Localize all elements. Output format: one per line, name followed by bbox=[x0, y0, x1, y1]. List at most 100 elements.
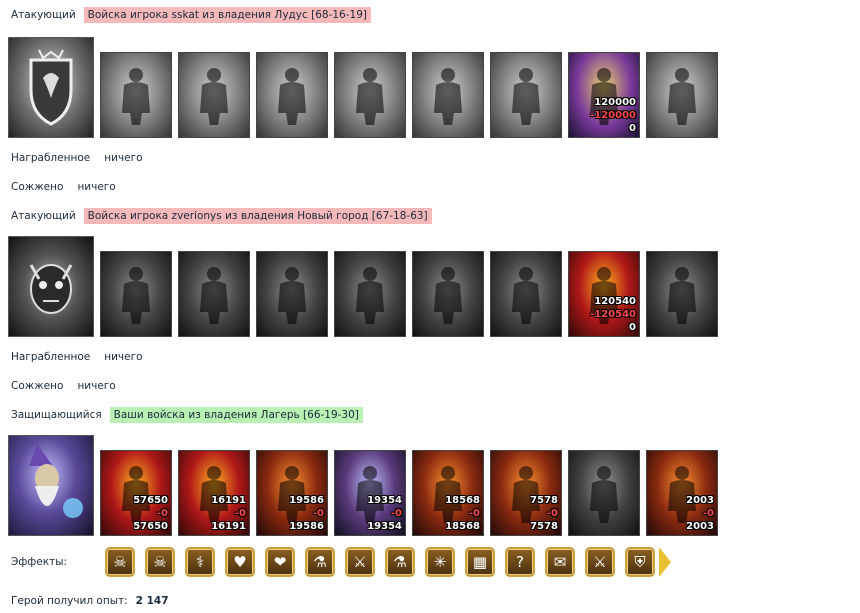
experience-label: Герой получил опыт: bbox=[11, 595, 128, 607]
unit-count: 120000 bbox=[594, 97, 636, 108]
unit-counts: 7578 -0 7578 bbox=[530, 494, 558, 533]
lava-giant-icon[interactable]: 18568 -0 18568 bbox=[412, 450, 484, 536]
effects-next-arrow-icon[interactable] bbox=[659, 547, 671, 577]
loot-label: Награбленное bbox=[11, 351, 91, 363]
fire-warrior-icon[interactable]: 7578 -0 7578 bbox=[490, 450, 562, 536]
scroll-skull-icon[interactable]: ☠ bbox=[105, 547, 135, 577]
lion-shield-crest-icon[interactable] bbox=[8, 37, 94, 138]
army-banner: Войска игрока zverionys из владения Новы… bbox=[83, 208, 432, 224]
unit-figure bbox=[278, 267, 306, 324]
knight-icon[interactable] bbox=[178, 52, 250, 138]
effects-label: Эффекты: bbox=[11, 556, 68, 568]
wizard-portrait-icon[interactable] bbox=[8, 435, 94, 536]
scroll-icon[interactable]: ✉ bbox=[545, 547, 575, 577]
unit-lost: -0 bbox=[468, 508, 480, 519]
question-icon[interactable]: ? bbox=[505, 547, 535, 577]
green-potion-icon[interactable]: ⚗ bbox=[305, 547, 335, 577]
section-1-header: Атакующий Войска игрока sskat из владени… bbox=[11, 6, 371, 24]
section-3-header: Защищающийся Ваши войска из владения Лаг… bbox=[11, 406, 363, 424]
skeleton-icon[interactable] bbox=[178, 251, 250, 337]
role-label: Атакующий bbox=[11, 9, 76, 21]
griffin-icon[interactable] bbox=[334, 52, 406, 138]
unit-figure bbox=[356, 267, 384, 324]
unit-count: 18568 bbox=[445, 495, 480, 506]
unit-figure bbox=[200, 267, 228, 324]
unit-counts: 120540 -120540 0 bbox=[590, 295, 636, 334]
unit-counts: 19586 -0 19586 bbox=[289, 494, 324, 533]
pit-fiend-icon[interactable] bbox=[412, 251, 484, 337]
unit-lost: -120540 bbox=[590, 309, 636, 320]
shield-icon[interactable]: ⛨ bbox=[625, 547, 655, 577]
flame-wraith-icon[interactable]: 2003 -0 2003 bbox=[646, 450, 718, 536]
mounted-knight-icon[interactable] bbox=[256, 52, 328, 138]
unit-counts: 57650 -0 57650 bbox=[133, 494, 168, 533]
unit-count: 2003 bbox=[686, 495, 714, 506]
unit-count: 120540 bbox=[594, 296, 636, 307]
unit-figure bbox=[434, 68, 462, 125]
army-banner: Ваши войска из владения Лагерь [66-19-30… bbox=[109, 407, 363, 423]
sword-icon[interactable]: ⚔ bbox=[345, 547, 375, 577]
winged-fiend-icon[interactable]: 19354 -0 19354 bbox=[334, 450, 406, 536]
unit-lost: -120000 bbox=[590, 110, 636, 121]
unit-remaining: 7578 bbox=[530, 521, 558, 532]
demon-skull-crest-icon[interactable] bbox=[8, 236, 94, 337]
reaper-icon[interactable] bbox=[646, 52, 718, 138]
fire-beast-icon[interactable] bbox=[256, 251, 328, 337]
hellhound-icon[interactable] bbox=[100, 251, 172, 337]
unit-figure bbox=[512, 68, 540, 125]
unit-lost: -0 bbox=[156, 508, 168, 519]
loot-label: Награбленное bbox=[11, 152, 91, 164]
unit-lost: -0 bbox=[312, 508, 324, 519]
unit-figure bbox=[434, 267, 462, 324]
unit-lost: -0 bbox=[546, 508, 558, 519]
swordsman-icon[interactable]: 120000 -120000 0 bbox=[568, 52, 640, 138]
section-2-header: Атакующий Войска игрока zverionys из вла… bbox=[11, 207, 432, 225]
unit-counts: 2003 -0 2003 bbox=[686, 494, 714, 533]
army-banner: Войска игрока sskat из владения Лудус [6… bbox=[83, 7, 371, 23]
monk-icon[interactable] bbox=[490, 52, 562, 138]
experience-row: Герой получил опыт: 2 147 bbox=[11, 592, 169, 610]
warrior-icon[interactable] bbox=[490, 251, 562, 337]
archdevil-icon[interactable]: 120540 -120540 0 bbox=[568, 251, 640, 337]
unit-lost: -0 bbox=[390, 508, 402, 519]
burned-row-1: Сожжено ничего bbox=[11, 178, 116, 196]
fire-hound-icon[interactable]: 19586 -0 19586 bbox=[256, 450, 328, 536]
web-icon[interactable]: ✳ bbox=[425, 547, 455, 577]
unit-figure bbox=[356, 68, 384, 125]
unit-count: 16191 bbox=[211, 495, 246, 506]
crossbowman-icon[interactable] bbox=[412, 52, 484, 138]
red-potion-icon[interactable]: ⚗ bbox=[385, 547, 415, 577]
unit-remaining: 57650 bbox=[133, 521, 168, 532]
fire-skeleton-icon[interactable]: 16191 -0 16191 bbox=[178, 450, 250, 536]
unit-figure bbox=[200, 68, 228, 125]
boar-rider-icon[interactable] bbox=[100, 52, 172, 138]
red-drake-icon[interactable]: 57650 -0 57650 bbox=[100, 450, 172, 536]
army-row-1: 120000 -120000 0 bbox=[8, 37, 724, 138]
scimitar-icon[interactable]: ⚔ bbox=[585, 547, 615, 577]
unit-counts: 18568 -0 18568 bbox=[445, 494, 480, 533]
unit-figure bbox=[668, 68, 696, 125]
wraith-icon[interactable] bbox=[646, 251, 718, 337]
unit-counts: 19354 -0 19354 bbox=[367, 494, 402, 533]
unit-remaining: 18568 bbox=[445, 521, 480, 532]
armor-icon[interactable]: ▦ bbox=[465, 547, 495, 577]
unit-lost: -0 bbox=[234, 508, 246, 519]
burned-value: ничего bbox=[77, 380, 116, 392]
loot-row-1: Награбленное ничего bbox=[11, 149, 143, 167]
heart-arrow-icon[interactable]: ❤ bbox=[265, 547, 295, 577]
role-label: Защищающийся bbox=[11, 409, 102, 421]
scroll-skull-2-icon[interactable]: ☠ bbox=[145, 547, 175, 577]
army-row-2: 120540 -120540 0 bbox=[8, 236, 724, 337]
unit-count: 19586 bbox=[289, 495, 324, 506]
unit-figure bbox=[512, 267, 540, 324]
winged-demon-icon[interactable] bbox=[334, 251, 406, 337]
unit-remaining: 0 bbox=[629, 322, 636, 333]
unit-remaining: 19354 bbox=[367, 521, 402, 532]
unit-count: 7578 bbox=[530, 495, 558, 506]
green-staff-icon[interactable]: ⚕ bbox=[185, 547, 215, 577]
burned-value: ничего bbox=[77, 181, 116, 193]
horned-demon-icon[interactable] bbox=[568, 450, 640, 536]
unit-remaining: 2003 bbox=[686, 521, 714, 532]
burned-label: Сожжено bbox=[11, 380, 64, 392]
heart-icon[interactable]: ♥ bbox=[225, 547, 255, 577]
